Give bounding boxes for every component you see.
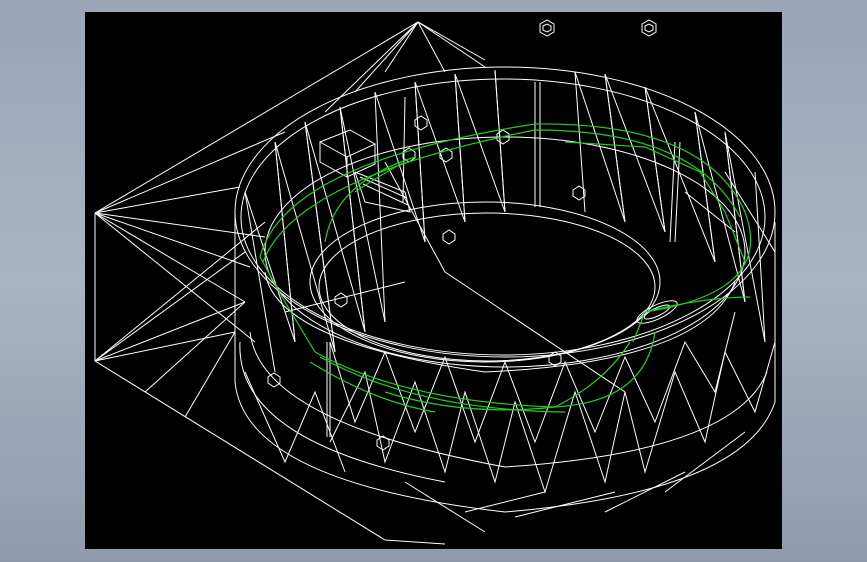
wall-mesh xyxy=(244,69,776,533)
outer-ring xyxy=(234,66,776,513)
wireframe-model xyxy=(94,19,776,545)
triangular-bracket xyxy=(94,21,486,545)
cad-viewport[interactable] xyxy=(85,12,782,549)
